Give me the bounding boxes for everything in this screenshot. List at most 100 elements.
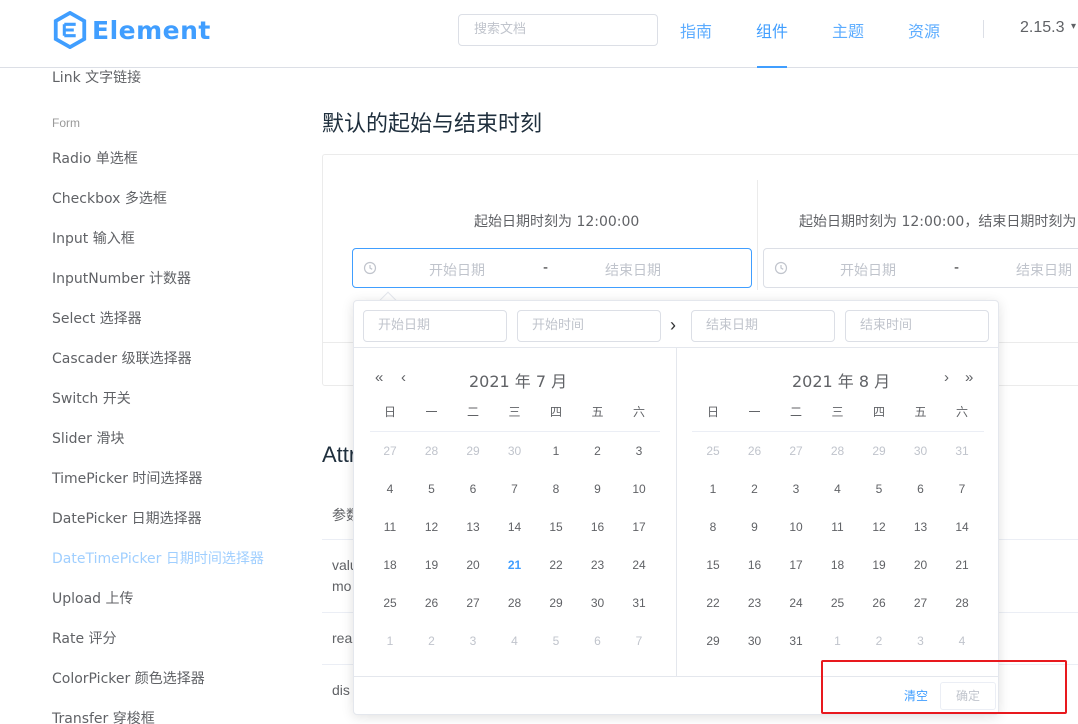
calendar-day[interactable]: 9 <box>740 515 770 539</box>
calendar-day[interactable]: 27 <box>458 591 488 615</box>
nav-resources[interactable]: 资源 <box>908 18 940 42</box>
calendar-day[interactable]: 30 <box>583 591 613 615</box>
calendar-day[interactable]: 27 <box>781 439 811 463</box>
calendar-day-today[interactable]: 21 <box>500 553 530 577</box>
version-selector[interactable]: 2.15.3 <box>1020 19 1064 37</box>
calendar-day[interactable]: 14 <box>500 515 530 539</box>
calendar-day[interactable]: 29 <box>698 629 728 653</box>
calendar-day[interactable]: 10 <box>624 477 654 501</box>
next-year-icon[interactable]: » <box>965 369 973 386</box>
calendar-day[interactable]: 7 <box>500 477 530 501</box>
calendar-day[interactable]: 21 <box>947 553 977 577</box>
calendar-day[interactable]: 1 <box>698 477 728 501</box>
calendar-day[interactable]: 6 <box>458 477 488 501</box>
calendar-day[interactable]: 15 <box>698 553 728 577</box>
calendar-day[interactable]: 16 <box>740 553 770 577</box>
calendar-day[interactable]: 4 <box>375 477 405 501</box>
calendar-day[interactable]: 3 <box>781 477 811 501</box>
sidebar-item-checkbox[interactable]: Checkbox 多选框 <box>52 188 167 208</box>
sidebar-item-upload[interactable]: Upload 上传 <box>52 588 134 608</box>
calendar-day[interactable]: 12 <box>417 515 447 539</box>
demo2-range-input[interactable]: 开始日期 - 结束日期 <box>763 248 1078 288</box>
sidebar-item-slider[interactable]: Slider 滑块 <box>52 428 124 448</box>
next-month-icon[interactable]: › <box>944 369 949 386</box>
calendar-day[interactable]: 27 <box>375 439 405 463</box>
calendar-day[interactable]: 25 <box>823 591 853 615</box>
calendar-day[interactable]: 2 <box>864 629 894 653</box>
calendar-day[interactable]: 2 <box>740 477 770 501</box>
calendar-day[interactable]: 1 <box>541 439 571 463</box>
sidebar-item-switch[interactable]: Switch 开关 <box>52 388 131 408</box>
calendar-day[interactable]: 4 <box>947 629 977 653</box>
calendar-day[interactable]: 26 <box>864 591 894 615</box>
sidebar-item-rate[interactable]: Rate 评分 <box>52 628 117 648</box>
end-date-field[interactable]: 结束日期 <box>691 310 835 342</box>
sidebar-item-link[interactable]: Link 文字链接 <box>52 67 141 87</box>
calendar-day[interactable]: 18 <box>375 553 405 577</box>
calendar-day[interactable]: 1 <box>823 629 853 653</box>
confirm-button[interactable]: 确定 <box>940 682 996 710</box>
calendar-day[interactable]: 3 <box>458 629 488 653</box>
end-time-field[interactable]: 结束时间 <box>845 310 989 342</box>
calendar-day[interactable]: 8 <box>541 477 571 501</box>
calendar-day[interactable]: 29 <box>541 591 571 615</box>
calendar-day[interactable]: 23 <box>583 553 613 577</box>
calendar-day[interactable]: 4 <box>500 629 530 653</box>
calendar-day[interactable]: 28 <box>417 439 447 463</box>
calendar-day[interactable]: 28 <box>947 591 977 615</box>
prev-year-icon[interactable]: « <box>375 369 383 386</box>
calendar-day[interactable]: 28 <box>823 439 853 463</box>
end-date-placeholder[interactable]: 结束日期 <box>1016 260 1072 280</box>
sidebar-item-select[interactable]: Select 选择器 <box>52 308 142 328</box>
sidebar-item-radio[interactable]: Radio 单选框 <box>52 148 138 168</box>
calendar-day[interactable]: 13 <box>458 515 488 539</box>
calendar-day[interactable]: 31 <box>624 591 654 615</box>
calendar-day[interactable]: 20 <box>458 553 488 577</box>
nav-theme[interactable]: 主题 <box>832 18 864 42</box>
calendar-day[interactable]: 6 <box>906 477 936 501</box>
end-date-placeholder[interactable]: 结束日期 <box>605 260 661 280</box>
calendar-day[interactable]: 26 <box>740 439 770 463</box>
calendar-day[interactable]: 5 <box>541 629 571 653</box>
prev-month-icon[interactable]: ‹ <box>401 369 406 386</box>
calendar-day[interactable]: 2 <box>417 629 447 653</box>
calendar-day[interactable]: 19 <box>417 553 447 577</box>
calendar-day[interactable]: 12 <box>864 515 894 539</box>
calendar-day[interactable]: 22 <box>698 591 728 615</box>
calendar-day[interactable]: 19 <box>864 553 894 577</box>
calendar-day[interactable]: 17 <box>781 553 811 577</box>
calendar-day[interactable]: 15 <box>541 515 571 539</box>
sidebar-item-cascader[interactable]: Cascader 级联选择器 <box>52 348 192 368</box>
calendar-day[interactable]: 29 <box>864 439 894 463</box>
calendar-day[interactable]: 16 <box>583 515 613 539</box>
nav-components[interactable]: 组件 <box>756 18 788 42</box>
sidebar-item-timepicker[interactable]: TimePicker 时间选择器 <box>52 468 202 488</box>
clear-button[interactable]: 清空 <box>904 687 928 704</box>
calendar-day[interactable]: 4 <box>823 477 853 501</box>
calendar-day[interactable]: 3 <box>906 629 936 653</box>
calendar-day[interactable]: 11 <box>823 515 853 539</box>
start-date-placeholder[interactable]: 开始日期 <box>429 260 485 280</box>
sidebar-item-transfer[interactable]: Transfer 穿梭框 <box>52 708 155 724</box>
element-logo[interactable]: Element <box>52 10 211 50</box>
nav-guide[interactable]: 指南 <box>680 18 712 42</box>
calendar-day[interactable]: 6 <box>583 629 613 653</box>
calendar-day[interactable]: 31 <box>947 439 977 463</box>
calendar-day[interactable]: 5 <box>864 477 894 501</box>
calendar-day[interactable]: 29 <box>458 439 488 463</box>
start-time-field[interactable]: 开始时间 <box>517 310 661 342</box>
calendar-day[interactable]: 17 <box>624 515 654 539</box>
calendar-day[interactable]: 30 <box>740 629 770 653</box>
calendar-day[interactable]: 5 <box>417 477 447 501</box>
calendar-day[interactable]: 11 <box>375 515 405 539</box>
sidebar-item-inputnumber[interactable]: InputNumber 计数器 <box>52 268 191 288</box>
calendar-day[interactable]: 20 <box>906 553 936 577</box>
calendar-day[interactable]: 26 <box>417 591 447 615</box>
calendar-day[interactable]: 23 <box>740 591 770 615</box>
calendar-day[interactable]: 22 <box>541 553 571 577</box>
start-date-field[interactable]: 开始日期 <box>363 310 507 342</box>
start-date-placeholder[interactable]: 开始日期 <box>840 260 896 280</box>
calendar-day[interactable]: 1 <box>375 629 405 653</box>
calendar-day[interactable]: 31 <box>781 629 811 653</box>
calendar-day[interactable]: 18 <box>823 553 853 577</box>
